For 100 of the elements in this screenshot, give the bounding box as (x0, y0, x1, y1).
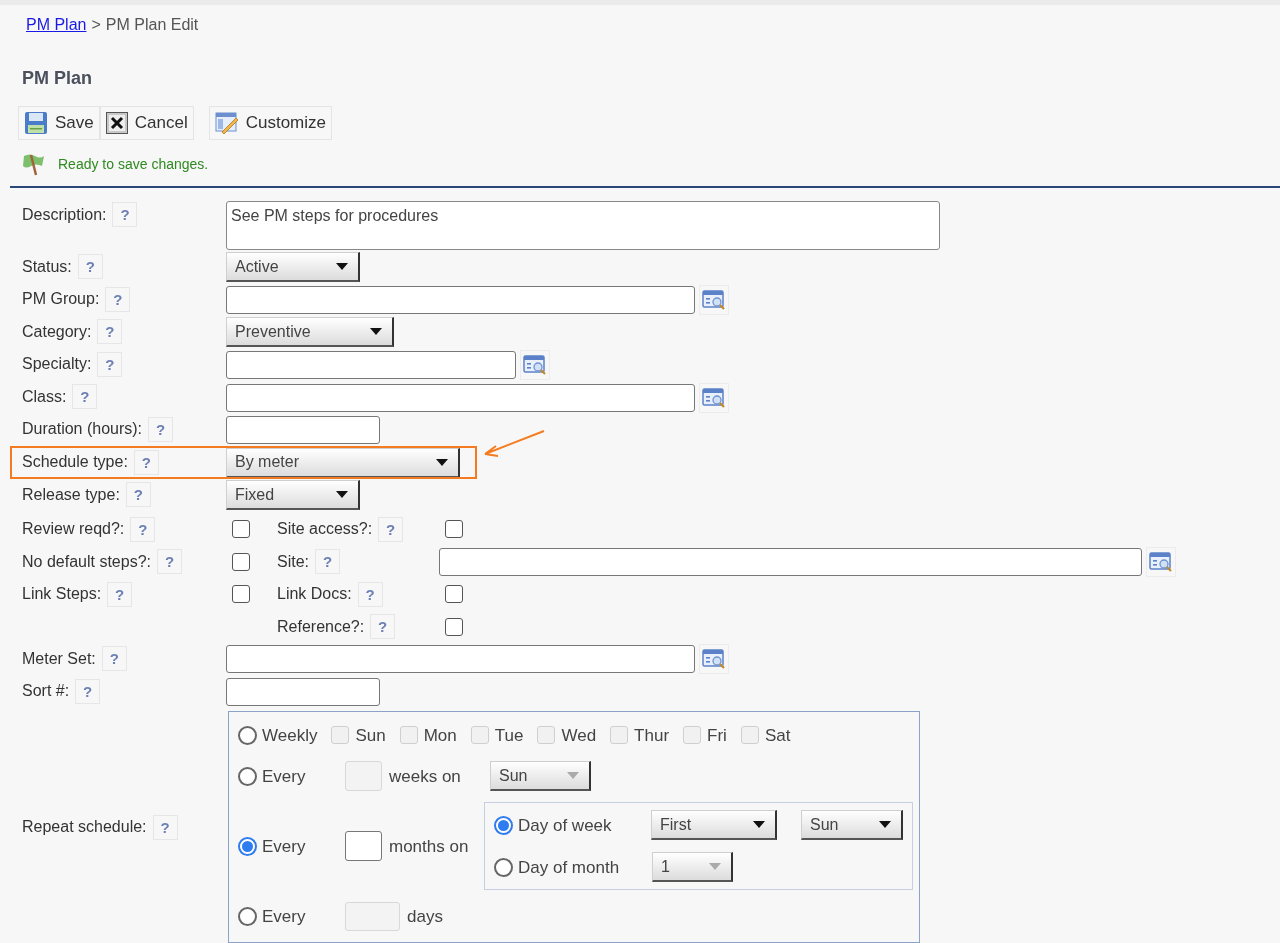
option-label: Day of month (518, 856, 620, 879)
field-label: Link Steps: (22, 584, 102, 605)
field-label: PM Group: (22, 289, 100, 310)
list-search-icon (523, 354, 547, 377)
input-field[interactable] (226, 678, 380, 706)
help-button[interactable]: ? (130, 516, 156, 542)
input-field[interactable] (439, 547, 1142, 576)
field-label: Schedule type: (22, 452, 128, 473)
dropdown[interactable]: Preventive (226, 317, 394, 348)
help-button[interactable]: ? (77, 254, 103, 279)
field-label: Class: (22, 386, 67, 407)
help-button[interactable]: ? (378, 516, 404, 542)
checkbox[interactable] (445, 585, 463, 604)
flag-icon (22, 152, 46, 176)
input-field[interactable] (345, 831, 382, 862)
help-button[interactable]: ? (357, 581, 383, 607)
day-label: Wed (561, 724, 597, 747)
field-label: No default steps?: (22, 551, 151, 572)
input-field[interactable] (226, 645, 695, 674)
input-field[interactable] (226, 416, 380, 445)
lookup-button[interactable] (520, 350, 550, 381)
dropdown[interactable]: Sun (801, 810, 903, 841)
radio-button[interactable] (238, 906, 257, 926)
text-area[interactable]: See PM steps for procedures (226, 200, 940, 250)
help-button[interactable]: ? (97, 319, 123, 345)
list-search-icon (1149, 550, 1173, 573)
checkbox[interactable] (232, 520, 250, 539)
help-button[interactable]: ? (112, 202, 138, 227)
dropdown[interactable]: Active (226, 252, 360, 283)
field-label: Sort #: (22, 681, 70, 702)
list-search-icon (702, 648, 726, 671)
input-field[interactable] (226, 285, 695, 314)
dropdown[interactable]: 1 (652, 852, 733, 883)
help-button[interactable]: ? (315, 549, 340, 575)
field-label: Release type: (22, 484, 120, 505)
option-label: Every (262, 835, 306, 858)
field-label: Reference?: (277, 616, 365, 637)
help-button[interactable]: ? (148, 416, 174, 442)
checkbox[interactable] (445, 617, 463, 636)
field-label: Duration (hours): (22, 419, 143, 440)
dropdown[interactable]: Sun (490, 761, 591, 792)
field-label: Site: (277, 551, 309, 572)
help-button[interactable]: ? (133, 449, 159, 475)
caret-icon (879, 821, 891, 829)
input-field[interactable] (226, 351, 516, 380)
help-button[interactable]: ? (370, 614, 396, 640)
breadcrumb-link[interactable]: PM Plan (26, 13, 87, 37)
checkbox[interactable] (232, 552, 250, 571)
input-field[interactable] (226, 383, 695, 412)
field-label: Link Docs: (277, 584, 352, 605)
option-label: Every (262, 905, 306, 928)
day-label: Sun (355, 724, 386, 747)
dropdown[interactable]: First (651, 810, 777, 841)
help-button[interactable]: ? (75, 678, 101, 704)
caret-icon (370, 328, 382, 336)
lookup-button[interactable] (699, 644, 729, 675)
help-button[interactable]: ? (107, 581, 133, 607)
help-button[interactable]: ? (105, 286, 131, 312)
caret-icon (709, 863, 721, 871)
lookup-button[interactable] (1146, 546, 1176, 577)
caret-icon (336, 491, 348, 499)
help-button[interactable]: ? (101, 646, 127, 672)
list-search-icon (702, 386, 726, 409)
radio-button[interactable] (238, 836, 257, 856)
radio-button[interactable] (238, 725, 257, 745)
caret-icon (436, 458, 448, 466)
day-label: Sat (764, 724, 791, 747)
option-label: Day of week (518, 814, 612, 837)
field-label: Specialty: (22, 354, 92, 375)
radio-button[interactable] (494, 857, 513, 877)
help-button[interactable]: ? (152, 814, 178, 840)
help-button[interactable]: ? (97, 351, 123, 377)
day-label: Thur (634, 724, 670, 747)
field-label: Description: (22, 204, 107, 225)
dropdown[interactable]: Fixed (226, 480, 360, 511)
help-button[interactable]: ? (72, 384, 98, 410)
field-label: Site access?: (277, 519, 373, 540)
field-label: Meter Set: (22, 648, 96, 669)
toolbar-button[interactable]: Customize (208, 106, 332, 140)
lookup-button[interactable] (699, 284, 729, 315)
lookup-button[interactable] (699, 382, 729, 413)
day-label: Fri (707, 724, 727, 747)
toolbar-button[interactable]: Cancel (99, 106, 194, 140)
unit-label: days (407, 905, 443, 928)
checkbox[interactable] (445, 520, 463, 539)
field-label: Status: (22, 256, 72, 277)
field-label: Repeat schedule: (22, 817, 147, 838)
dropdown[interactable]: By meter (226, 447, 460, 478)
status-message: Ready to save changes. (58, 154, 209, 174)
radio-button[interactable] (238, 766, 257, 786)
unit-label: months on (389, 835, 470, 858)
day-label: Tue (494, 724, 524, 747)
help-button[interactable]: ? (125, 482, 151, 508)
radio-button[interactable] (494, 815, 513, 835)
help-button[interactable]: ? (156, 549, 182, 575)
checkbox[interactable] (232, 585, 250, 604)
list-search-icon (702, 288, 726, 311)
arrow-drawing (482, 428, 546, 459)
toolbar-button[interactable]: Save (18, 106, 100, 140)
caret-icon (753, 821, 765, 829)
